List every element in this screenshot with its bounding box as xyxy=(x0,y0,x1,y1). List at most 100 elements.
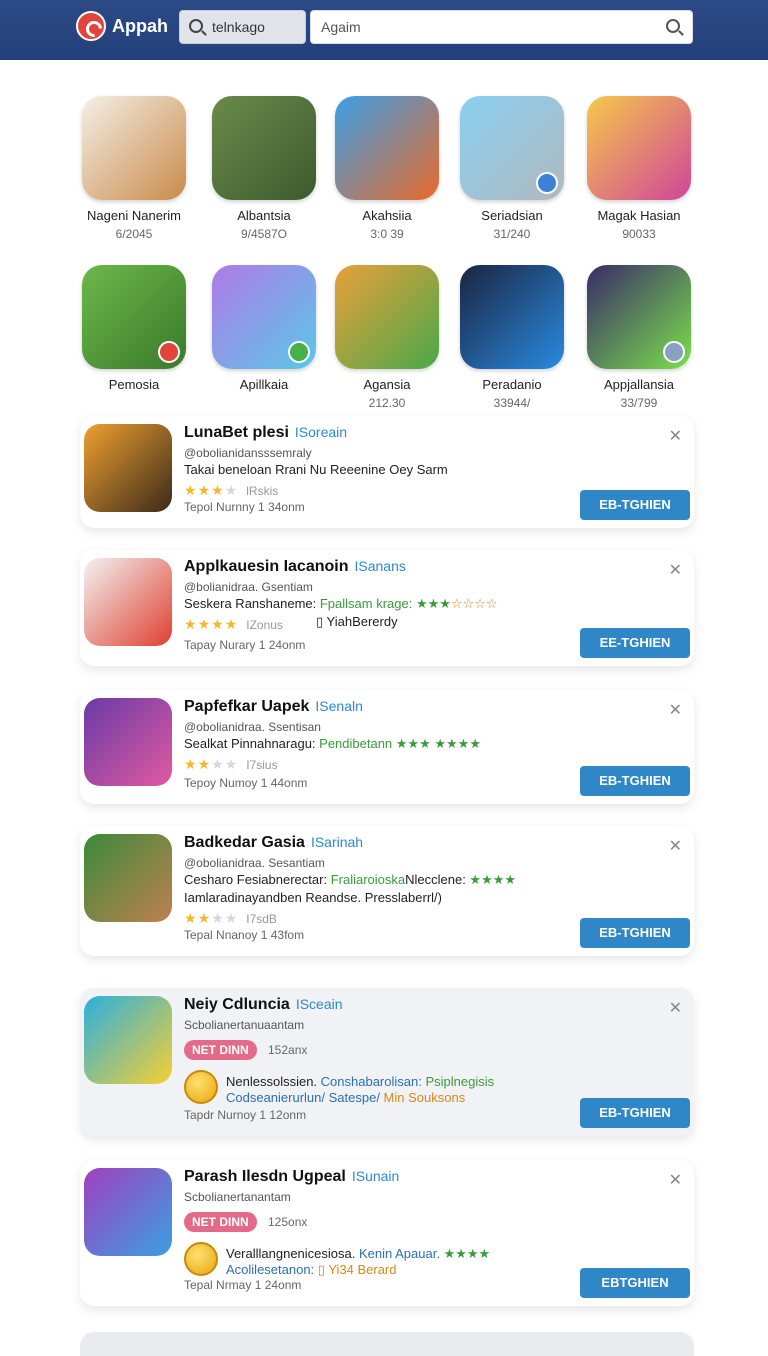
app-card-description-2: Codseanierurlun/ Satespe/ Min Souksons xyxy=(226,1090,465,1105)
app-card-icon[interactable] xyxy=(84,424,172,512)
coin-icon xyxy=(184,1242,218,1276)
app-card-icon[interactable] xyxy=(84,558,172,646)
desc2-text: Acolilesetanon: xyxy=(226,1262,315,1277)
app-tile-name: Seriadsian xyxy=(481,208,543,223)
app-card[interactable]: Applkauesin Iacanoin ISanans @bolianidraa.… xyxy=(80,550,694,666)
close-icon[interactable]: ✕ xyxy=(669,426,682,446)
star-icon: ★ xyxy=(224,616,239,632)
app-tile[interactable]: Appjallansia 33/799 xyxy=(574,265,704,410)
app-icon[interactable] xyxy=(335,96,439,200)
check-badge-icon xyxy=(288,341,310,363)
desc2-text: Codseanierurlun/ Satespe/ xyxy=(226,1090,380,1105)
app-card-icon[interactable] xyxy=(84,834,172,922)
search-chip[interactable]: telnkago xyxy=(179,10,306,44)
brand-name[interactable]: Appah xyxy=(112,16,168,37)
rating-count: IZonus xyxy=(246,618,283,632)
app-card-description: Sealkat Pinnahnaragu: Pendibetann ★★★ ★★… xyxy=(184,736,481,752)
get-button[interactable]: EB-TGHIEN xyxy=(580,490,690,520)
close-icon[interactable]: ✕ xyxy=(669,1170,682,1190)
rating-count: I7sdB xyxy=(246,912,277,926)
app-tile-name: Agansia xyxy=(363,377,411,392)
get-button[interactable]: EE-TGHIEN xyxy=(580,628,690,658)
app-card[interactable]: LunaBet plesi ISoreain @obolianidansssemra… xyxy=(80,416,694,528)
app-tile-name: Appjallansia xyxy=(603,377,675,392)
app-tile[interactable]: Nageni Nanerim 6/2045 xyxy=(69,96,199,241)
new-badge: NET DINN xyxy=(184,1212,257,1232)
app-card[interactable]: Badkedar Gasia ISarinah @obolianidraa. Ses… xyxy=(80,826,694,956)
badge-count: 152anx xyxy=(268,1043,308,1057)
close-icon[interactable]: ✕ xyxy=(669,998,682,1018)
close-icon[interactable]: ✕ xyxy=(669,700,682,720)
get-button[interactable]: EB-TGHIEN xyxy=(580,918,690,948)
app-card[interactable]: Parash Ilesdn Ugpeal ISunain Scbolianertan… xyxy=(80,1160,694,1306)
get-button[interactable]: EBTGHIEN xyxy=(580,1268,690,1298)
app-card-description: Nenlessolssien. Conshabarolisan: Psiplne… xyxy=(226,1074,494,1089)
app-icon[interactable] xyxy=(212,96,316,200)
close-icon[interactable]: ✕ xyxy=(669,836,682,856)
app-tile[interactable]: Apillkaia xyxy=(199,265,329,396)
app-card-tag[interactable]: ISanans xyxy=(354,558,405,574)
star-icon: ★ xyxy=(197,482,212,498)
search-input[interactable]: Agaim xyxy=(310,10,693,44)
app-card[interactable]: Papfefkar Uapek ISenaln @obolianidraa. Sse… xyxy=(80,690,694,804)
app-icon[interactable] xyxy=(212,265,316,369)
app-card-meta: Tapay Nurary 1 24onm xyxy=(184,638,306,652)
app-card-developer: @obolianidansssemraly xyxy=(184,446,312,460)
app-card-extra: ▯ YiahBererdy xyxy=(316,614,398,629)
app-tile[interactable]: Akahsiia 3:0 39 xyxy=(322,96,452,241)
app-icon[interactable] xyxy=(82,96,186,200)
app-card-tag[interactable]: ISceain xyxy=(296,996,343,1012)
desc-text: Sealkat Pinnahnaragu: xyxy=(184,736,320,751)
app-tile[interactable]: Peradanio 33944/ xyxy=(447,265,577,410)
app-card-title: Papfefkar Uapek ISenaln xyxy=(184,698,363,716)
app-tile[interactable]: Albantsia 9/4587O xyxy=(199,96,329,241)
coin-icon xyxy=(184,1070,218,1104)
app-card-icon[interactable] xyxy=(84,996,172,1084)
get-button[interactable]: EB-TGHIEN xyxy=(580,1098,690,1128)
app-icon[interactable] xyxy=(460,265,564,369)
app-icon[interactable] xyxy=(335,265,439,369)
app-tile[interactable]: Pemosia xyxy=(69,265,199,396)
star-icon: ★ xyxy=(184,910,198,926)
new-badge: NET DINN xyxy=(184,1040,257,1060)
app-card-description-2: Acolilesetanon: ▯ Yi34 Berard xyxy=(226,1262,396,1278)
rating-count: I7sius xyxy=(246,758,278,772)
app-card-tag[interactable]: ISenaln xyxy=(315,698,362,714)
star-icon: ★ xyxy=(211,756,225,772)
app-tile[interactable]: Magak Hasian 90033 xyxy=(574,96,704,241)
desc2-highlight: Min Souksons xyxy=(379,1090,466,1105)
app-card-icon[interactable] xyxy=(84,1168,172,1256)
app-icon[interactable] xyxy=(587,265,691,369)
app-icon[interactable] xyxy=(460,96,564,200)
desc-text: Nenlessolssien. xyxy=(226,1074,321,1089)
app-card-icon[interactable] xyxy=(84,698,172,786)
star-icon: ★ xyxy=(184,482,198,498)
app-card-developer: @obolianidraa. Ssentisan xyxy=(184,720,321,734)
check-badge-icon xyxy=(663,341,685,363)
app-tile[interactable]: Agansia 212.30 xyxy=(322,265,452,410)
app-icon[interactable] xyxy=(82,265,186,369)
app-tile-count: 33944/ xyxy=(493,396,531,410)
app-tile-count: 9/4587O xyxy=(240,227,288,241)
get-button[interactable]: EB-TGHIEN xyxy=(580,766,690,796)
star-icon: ★ xyxy=(224,482,239,498)
star-icon: ★ xyxy=(224,756,239,772)
star-rating: ★★★★ lRskis xyxy=(184,482,278,499)
app-icon[interactable] xyxy=(587,96,691,200)
desc2-tail: Presslaberrl/) xyxy=(361,890,442,905)
app-card-tag[interactable]: ISoreain xyxy=(295,424,347,440)
app-tile[interactable]: Seriadsian 31/240 xyxy=(447,96,577,241)
desc-highlight-green: Psiplnegisis xyxy=(425,1074,495,1089)
app-card-tag[interactable]: ISarinah xyxy=(311,834,363,850)
close-icon[interactable]: ✕ xyxy=(669,560,682,580)
search-icon[interactable] xyxy=(666,19,680,33)
app-tile-name: Nageni Nanerim xyxy=(87,208,181,223)
app-card[interactable]: Neiy Cdluncia ISceain Scbolianertanuaantam… xyxy=(80,988,694,1136)
app-card-tag[interactable]: ISunain xyxy=(352,1168,399,1184)
app-card-title: Applkauesin Iacanoin ISanans xyxy=(184,558,406,576)
desc-mid: Nlecclene: xyxy=(405,872,470,887)
app-logo-icon[interactable] xyxy=(76,11,106,41)
app-card-title: LunaBet plesi ISoreain xyxy=(184,424,347,442)
app-card-title-text: Neiy Cdluncia xyxy=(184,996,290,1013)
app-card-title: Badkedar Gasia ISarinah xyxy=(184,834,363,852)
